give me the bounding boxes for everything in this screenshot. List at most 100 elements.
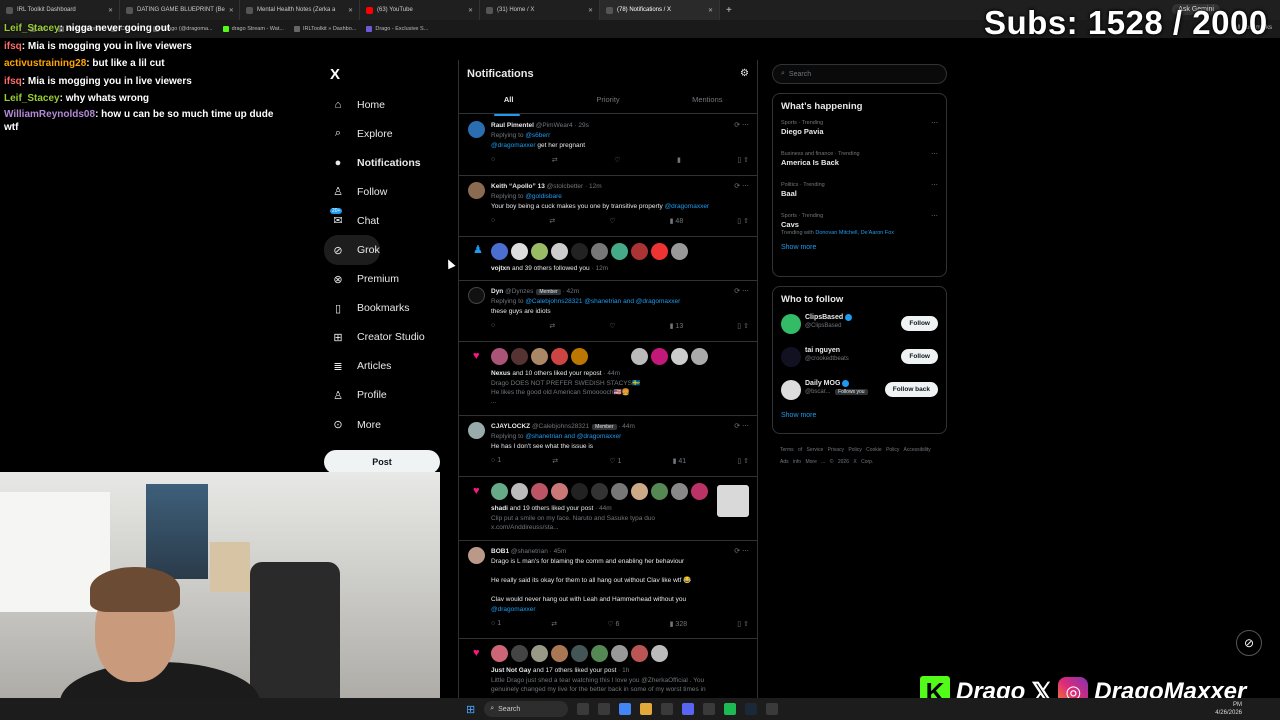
reply-icon[interactable]: ○ 1 (491, 620, 501, 628)
notification-item[interactable]: CJAYLOCKZ @Calebjohns28321 Member · 44m ⟳… (459, 416, 757, 477)
notification-item[interactable]: ♥ Nexus and 10 others liked your repost … (459, 342, 757, 416)
avatar[interactable] (511, 243, 528, 260)
avatar[interactable] (611, 348, 628, 365)
avatar[interactable] (571, 348, 588, 365)
liker-name[interactable]: Just Not Gay (491, 667, 531, 674)
views-icon[interactable]: ▮ 13 (670, 322, 684, 330)
taskbar-app-icon[interactable] (703, 703, 716, 715)
follow-suggestion[interactable]: tai nguyen @crookedtbeats Follow (773, 342, 946, 375)
browser-tab[interactable]: Mental Health Notes (Zerka a ✕ (240, 0, 360, 20)
avatar[interactable] (591, 483, 608, 500)
footer-links[interactable]: Terms of Service Privacy Policy Cookie P… (780, 444, 940, 468)
tab-all[interactable]: All (459, 90, 558, 116)
taskbar-app-icon[interactable] (598, 703, 611, 715)
liker-name[interactable]: Nexus (491, 370, 511, 377)
notification-item[interactable]: Raul Pimentel @PimWear4 · 29s ⟳ ⋯ Replyi… (459, 115, 757, 176)
taskbar-app-icon[interactable] (766, 703, 779, 715)
bookmark-icon[interactable]: ▯ ⇧ (737, 620, 749, 628)
post-button[interactable]: Post (324, 450, 440, 474)
browser-tab[interactable]: IRL Toolkit Dashboard ✕ (0, 0, 120, 20)
reply-icon[interactable]: ○ (491, 217, 495, 225)
more-options-icon[interactable]: ⟳ ⋯ (734, 287, 749, 295)
close-tab-icon[interactable]: ✕ (229, 7, 234, 14)
mention-link[interactable]: @dragomaxxer (491, 142, 536, 149)
more-options-icon[interactable]: ⋯ (931, 150, 938, 158)
avatar[interactable] (551, 243, 568, 260)
browser-tab[interactable]: (31) Home / X ✕ (480, 0, 600, 20)
avatar[interactable] (631, 483, 648, 500)
mention-link[interactable]: @goldisbare (525, 193, 562, 200)
avatar[interactable] (571, 483, 588, 500)
bookmark-icon[interactable]: ▯ ⇧ (737, 457, 749, 465)
avatar[interactable] (531, 645, 548, 662)
gear-icon[interactable]: ⚙ (740, 68, 749, 79)
trend-item[interactable]: Sports · Trending Diego Pavia ⋯ (773, 116, 946, 147)
nav-creator-studio[interactable]: ⊞ Creator Studio (324, 323, 454, 352)
nav-explore[interactable]: ⌕ Explore (324, 119, 454, 148)
tab-priority[interactable]: Priority (558, 90, 657, 113)
like-icon[interactable]: ♡ (614, 156, 620, 164)
close-tab-icon[interactable]: ✕ (468, 7, 473, 14)
more-options-icon[interactable]: ⋯ (931, 181, 938, 189)
avatar[interactable] (691, 483, 708, 500)
avatar[interactable] (691, 348, 708, 365)
like-icon[interactable]: ♡ (609, 217, 615, 225)
avatar[interactable] (671, 243, 688, 260)
trend-item[interactable]: Politics · Trending Baal ⋯ (773, 178, 946, 209)
taskbar-app-icon[interactable] (577, 703, 590, 715)
follow-suggestion[interactable]: ClipsBased @ClipsBased Follow (773, 309, 946, 342)
views-icon[interactable]: ▮ 48 (670, 217, 684, 225)
tab-mentions[interactable]: Mentions (658, 90, 757, 113)
mention-link[interactable]: @Calebjohns28321 @shanetrian and @dragom… (525, 298, 680, 305)
nav-profile[interactable]: ♙ Profile (324, 381, 454, 410)
x-logo[interactable]: X (330, 66, 340, 83)
taskbar-clock[interactable]: PM 4/26/2026 (1215, 701, 1242, 717)
nav-grok[interactable]: ⊘ Grok (324, 235, 380, 265)
nav-premium[interactable]: ⊗ Premium (324, 265, 454, 294)
avatar[interactable] (631, 645, 648, 662)
avatar[interactable] (571, 243, 588, 260)
avatar[interactable] (651, 348, 668, 365)
post-thumbnail[interactable] (717, 485, 749, 517)
notification-item[interactable]: BOB1 @shanetrian · 45m ⟳ ⋯ Drago is L ma… (459, 541, 757, 639)
nav-chat[interactable]: ✉ Chat 20+ (324, 206, 454, 235)
like-icon[interactable]: ♡ 6 (607, 620, 619, 628)
repost-icon[interactable]: ⇄ (549, 217, 555, 225)
nav-more[interactable]: ⊙ More (324, 410, 454, 439)
taskbar-app-icon[interactable] (661, 703, 674, 715)
grok-fab-icon[interactable]: ⊘ (1236, 630, 1262, 656)
show-more-link[interactable]: Show more (773, 240, 946, 255)
avatar[interactable] (631, 348, 648, 365)
mention-link[interactable]: @dragomaxxer (491, 606, 536, 613)
notification-item[interactable]: ♟ vojtxn and 39 others followed you · 12… (459, 237, 757, 281)
avatar[interactable] (531, 348, 548, 365)
notification-item[interactable]: Dyn @Dynzes Member · 42m ⟳ ⋯ Replying to … (459, 281, 757, 342)
liker-name[interactable]: shadi (491, 505, 508, 512)
avatar[interactable] (551, 645, 568, 662)
avatar[interactable] (491, 483, 508, 500)
show-more-link[interactable]: Show more (773, 408, 946, 423)
avatar[interactable] (671, 483, 688, 500)
avatar[interactable] (631, 243, 648, 260)
notification-item[interactable]: Keith “Apollo” 13 @stolcbetter · 12m ⟳ ⋯… (459, 176, 757, 237)
avatar[interactable] (511, 645, 528, 662)
follow-back-button[interactable]: Follow back (884, 382, 938, 397)
browser-tab[interactable]: (63) YouTube ✕ (360, 0, 480, 20)
more-options-icon[interactable]: ⟳ ⋯ (734, 121, 749, 129)
close-tab-icon[interactable]: ✕ (108, 7, 113, 14)
folder-icon[interactable] (640, 703, 653, 715)
more-options-icon[interactable]: ⟳ ⋯ (734, 547, 749, 555)
bookmark-icon[interactable]: ▯ ⇧ (737, 217, 749, 225)
avatar[interactable] (511, 348, 528, 365)
avatar[interactable] (611, 645, 628, 662)
nav-home[interactable]: ⌂ Home (324, 90, 454, 119)
mention-link[interactable]: @shanetrian and @dragomaxxer (525, 433, 621, 440)
avatar[interactable] (651, 483, 668, 500)
avatar[interactable] (671, 348, 688, 365)
bookmark-icon[interactable]: ▯ ⇧ (737, 156, 749, 164)
close-tab-icon[interactable]: ✕ (348, 7, 353, 14)
trend-sub-link[interactable]: Donovan Mitchell, De'Aaron Fox (815, 230, 894, 236)
follower-name[interactable]: vojtxn (491, 265, 510, 272)
repost-icon[interactable]: ⇄ (549, 322, 555, 330)
new-tab-button[interactable]: + (720, 5, 738, 16)
